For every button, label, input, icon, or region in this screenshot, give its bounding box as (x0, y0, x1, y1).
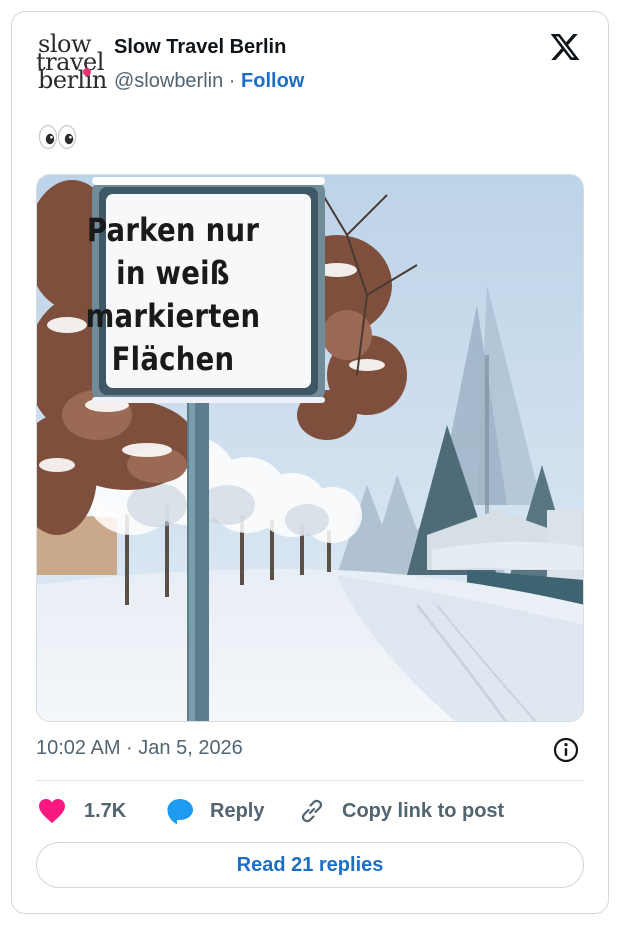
sign-line-4: Flächen (111, 340, 235, 378)
reply-icon (167, 799, 193, 825)
author-name[interactable]: Slow Travel Berlin (114, 36, 286, 59)
follow-button[interactable]: Follow (241, 70, 304, 92)
post-image[interactable]: Parken nur in weiß markierten Flächen (36, 174, 584, 722)
handle-row: @slowberlin · Follow (114, 70, 304, 93)
link-icon (301, 799, 323, 823)
copy-link-label: Copy link to post (342, 799, 505, 822)
reply-button[interactable]: Reply (166, 796, 264, 826)
reply-label: Reply (210, 799, 265, 822)
like-count: 1.7K (84, 799, 127, 822)
avatar[interactable]: slow travel berlin (36, 32, 107, 97)
like-button[interactable]: 1.7K (38, 796, 126, 826)
heart-icon (39, 799, 65, 823)
read-replies-button[interactable]: Read 21 replies (36, 842, 584, 888)
sign-line-2: in weiß (116, 254, 230, 292)
info-icon[interactable] (553, 737, 579, 763)
x-logo-icon[interactable] (548, 31, 582, 63)
divider (36, 780, 584, 781)
author-handle[interactable]: @slowberlin (114, 70, 223, 92)
post-timestamp[interactable]: 10:02 AM · Jan 5, 2026 (36, 737, 243, 760)
sign-line-1: Parken nur (86, 211, 260, 249)
handle-separator: · (223, 70, 242, 92)
sign-line-3: markierten (85, 297, 261, 335)
copy-link-button[interactable]: Copy link to post (298, 796, 504, 826)
logo-line-3: berlin (38, 66, 107, 94)
eyes-emoji-icon (38, 124, 77, 150)
logo-dot (83, 68, 91, 76)
